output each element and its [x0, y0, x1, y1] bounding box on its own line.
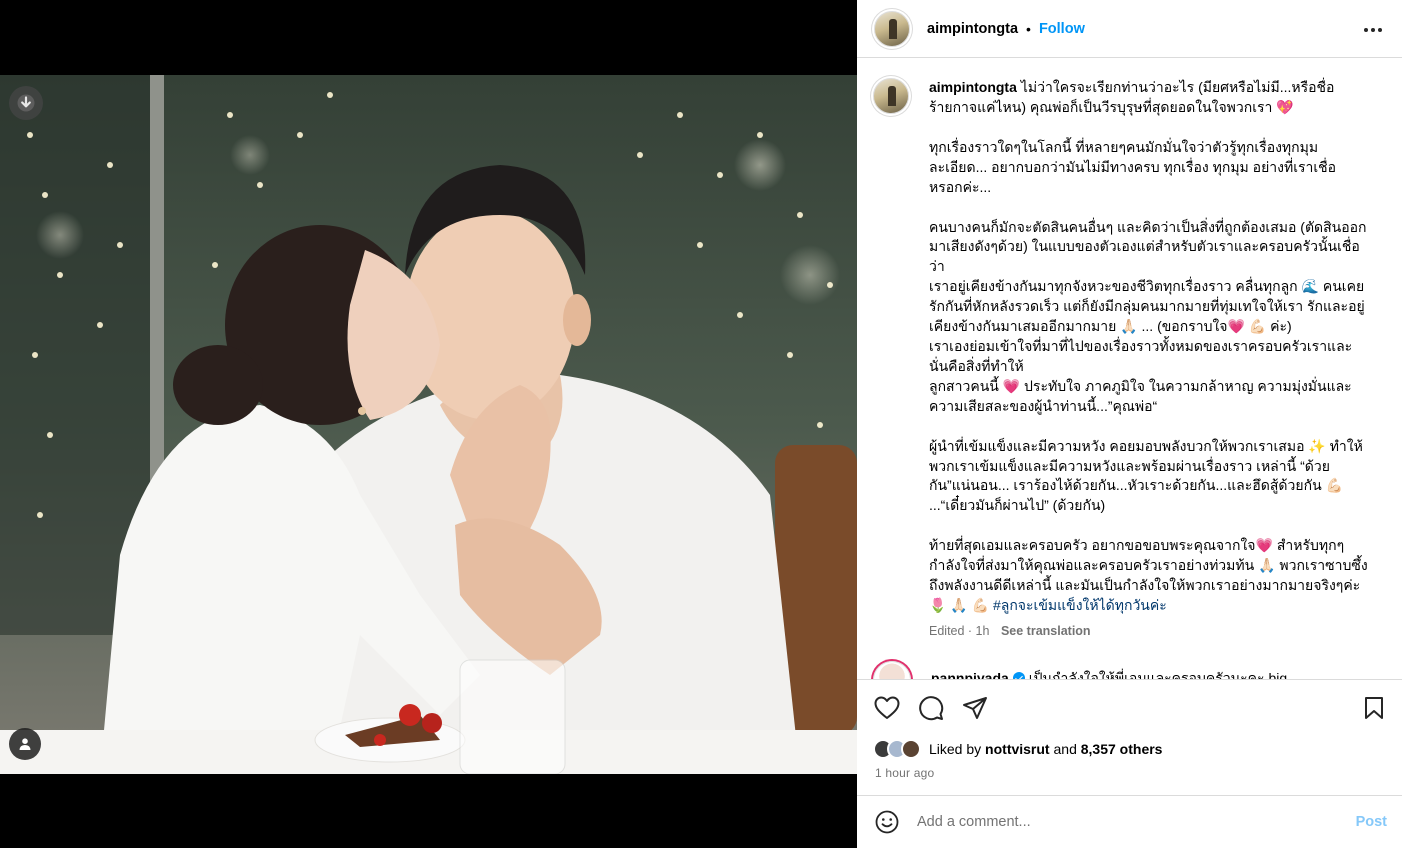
- caption-paragraph-3: คนบางคนก็มักจะตัดสินคนอื่นๆ และคิดว่าเป็…: [929, 218, 1367, 414]
- comment-icon: [919, 696, 944, 721]
- tagged-users-button[interactable]: [9, 728, 41, 760]
- liker-avatar: [901, 739, 921, 759]
- caption-avatar[interactable]: [873, 78, 909, 114]
- see-translation-link[interactable]: See translation: [1001, 624, 1091, 638]
- photo-illustration: [0, 75, 857, 774]
- action-buttons: [873, 694, 989, 722]
- post-photo[interactable]: [0, 75, 857, 774]
- bookmark-icon: [1365, 697, 1383, 719]
- more-options-button[interactable]: [1361, 18, 1385, 42]
- heart-icon: [874, 696, 900, 719]
- comments-scroll-area[interactable]: aimpintongta ไม่ว่าใครจะเรียกท่านว่าอะไร …: [857, 59, 1402, 679]
- emoji-button[interactable]: [873, 808, 901, 836]
- comment-text: เป็นกำลังใจให้พี่เอมและครอบครัวนะคะ big: [1028, 670, 1288, 679]
- comment-input[interactable]: [917, 814, 1317, 830]
- author-avatar[interactable]: [874, 10, 910, 47]
- emoji-icon: [875, 810, 899, 834]
- author-username[interactable]: aimpintongta: [927, 21, 1018, 37]
- caption-meta: Edited · 1h See translation: [929, 622, 1369, 642]
- comment-text-row: pannpiyada เป็นกำลังใจให้พี่เอมและครอบครั…: [931, 668, 1287, 679]
- more-icon: [1364, 28, 1382, 32]
- add-comment-bar: Post: [857, 795, 1402, 848]
- liked-by-user[interactable]: nottvisrut: [985, 741, 1050, 757]
- liker-avatars[interactable]: [873, 739, 921, 759]
- post-header: aimpintongta • Follow: [857, 0, 1402, 58]
- share-icon: [963, 697, 987, 719]
- likes-summary: Liked by nottvisrut and 8,357 others: [873, 739, 1162, 759]
- edited-timestamp: Edited · 1h: [929, 623, 990, 638]
- verified-badge-icon: [1012, 672, 1025, 679]
- post-timestamp[interactable]: 1 hour ago: [875, 766, 934, 780]
- likes-others-link[interactable]: 8,357 others: [1081, 741, 1163, 757]
- post-panel: aimpintongta • Follow aimpintongta ไม่ว่า…: [857, 0, 1402, 848]
- comment-item: pannpiyada เป็นกำลังใจให้พี่เอมและครอบครั…: [873, 661, 1393, 679]
- download-icon: [17, 94, 35, 112]
- hashtag-link[interactable]: #ลูกจะเข้มแข็งให้ได้ทุกวันค่ะ: [993, 597, 1167, 613]
- caption-paragraph-2: ทุกเรื่องราวใดๆในโลกนี้ ที่หลายๆคนมักมั่…: [929, 138, 1337, 195]
- caption-paragraph-4: ผู้นำที่เข้มแข็งและมีความหวัง คอยมอบพลัง…: [929, 437, 1363, 514]
- liked-by-and: and: [1053, 741, 1077, 757]
- tagged-user-icon: [19, 738, 31, 750]
- caption-body: aimpintongta ไม่ว่าใครจะเรียกท่านว่าอะไร …: [929, 78, 1369, 642]
- like-button[interactable]: [873, 694, 901, 722]
- post-actions: Liked by nottvisrut and 8,357 others 1 h…: [857, 679, 1402, 794]
- liked-by-label: Liked by: [929, 741, 982, 757]
- comment-button[interactable]: [917, 694, 945, 722]
- caption-username[interactable]: aimpintongta: [929, 79, 1017, 95]
- commenter-username[interactable]: pannpiyada: [931, 670, 1009, 679]
- save-button[interactable]: [1360, 694, 1388, 722]
- follow-button[interactable]: Follow: [1039, 21, 1085, 37]
- post-caption: aimpintongta ไม่ว่าใครจะเรียกท่านว่าอะไร …: [873, 78, 1383, 642]
- share-button[interactable]: [961, 694, 989, 722]
- download-button[interactable]: [9, 86, 43, 120]
- post-media: [0, 0, 857, 848]
- header-separator: •: [1026, 20, 1031, 37]
- commenter-avatar[interactable]: [873, 661, 911, 679]
- post-comment-button[interactable]: Post: [1356, 814, 1387, 830]
